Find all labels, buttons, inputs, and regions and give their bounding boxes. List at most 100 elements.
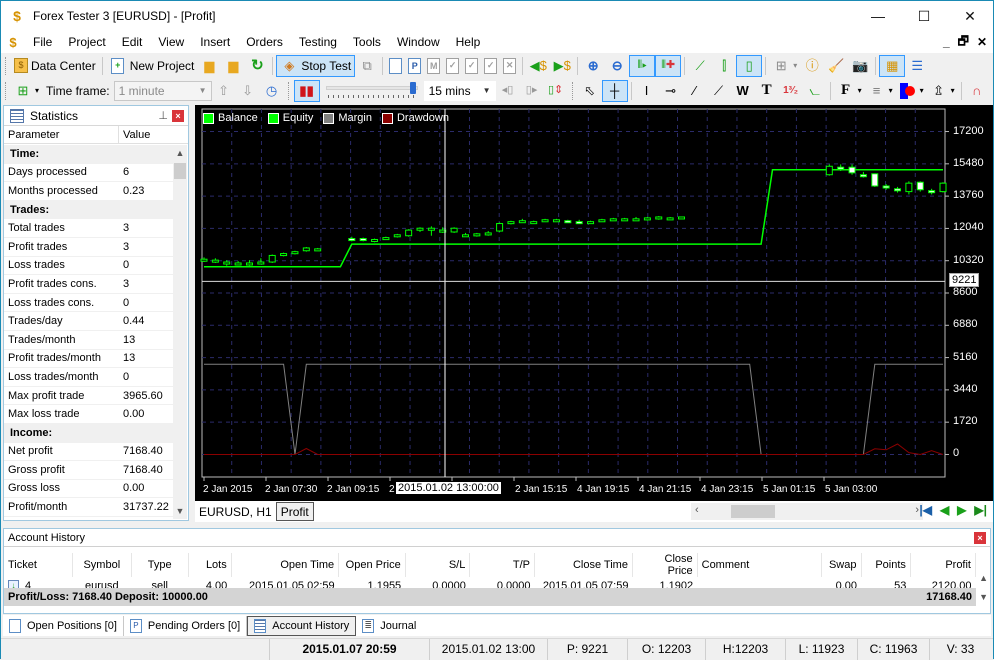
statistics-row[interactable]: Loss trades cons. 0	[4, 294, 174, 313]
menu-window[interactable]: Window	[389, 31, 448, 53]
column-header-close-time[interactable]: Close Time	[534, 553, 633, 577]
scroll-up-icon[interactable]: ▲	[979, 573, 988, 583]
toolbar-grip[interactable]	[5, 56, 8, 75]
timeframe-select[interactable]: 1 minute ▼	[113, 80, 212, 101]
tab-profit[interactable]: Profit	[275, 502, 314, 521]
speed-slider-thumb[interactable]	[409, 81, 416, 94]
statistics-row[interactable]: Total trades 3	[4, 219, 174, 238]
stop-test-button[interactable]: ◈ Stop Test	[276, 54, 356, 77]
trend-line-button[interactable]: ⁄	[683, 80, 707, 102]
scroll-up-icon[interactable]: ▲	[173, 145, 187, 161]
last-bar-button[interactable]: ▶|	[974, 503, 987, 517]
speed-select[interactable]: 15 mins ▼	[423, 80, 496, 101]
next-bar-button[interactable]: ▶	[957, 503, 966, 517]
chart-horizontal-scrollbar[interactable]: ‹ ›	[691, 503, 923, 520]
candle-chart-button[interactable]: ▯	[736, 54, 763, 77]
new-chart-button[interactable]	[386, 55, 405, 77]
tab-journal[interactable]: ≣ Journal	[356, 616, 422, 636]
legend-item-equity[interactable]: Equity	[267, 112, 313, 124]
wave-count-button[interactable]: 1³⁄₂	[779, 80, 803, 102]
save-project-button[interactable]: ▆	[221, 55, 245, 77]
scale-button[interactable]: ▯ ⇕	[544, 80, 568, 102]
color-button[interactable]: ▾	[896, 80, 927, 102]
clear-button[interactable]: 🧹	[824, 55, 848, 77]
refresh-button[interactable]: ↻	[245, 55, 269, 77]
check-doc-button-1[interactable]: ✓	[443, 55, 462, 77]
zoom-out-button[interactable]: ⊖	[605, 55, 629, 77]
indicators-button[interactable]: ⊞ ▾	[769, 55, 800, 77]
statistics-scrollbar[interactable]: ▲ ▼	[173, 145, 187, 519]
statistics-row[interactable]: Profit trades cons. 3	[4, 275, 174, 294]
column-header-profit[interactable]: Profit	[910, 553, 977, 577]
add-chart-button[interactable]: ⊞ ▾	[11, 80, 42, 102]
statistics-row[interactable]: Loss trades/month 0	[4, 368, 174, 387]
crosshair-tool-button[interactable]: ┼	[601, 79, 628, 102]
column-header-swap[interactable]: Swap	[821, 553, 862, 577]
menu-view[interactable]: View	[150, 31, 192, 53]
list-button[interactable]: ☰	[905, 55, 929, 77]
previous-bar-button[interactable]: ◀	[940, 503, 949, 517]
vertical-line-button[interactable]: Ι	[635, 80, 659, 102]
legend-item-drawdown[interactable]: Drawdown	[381, 112, 449, 124]
export-button[interactable]: ⇫ ▾	[927, 80, 958, 102]
statistics-row[interactable]: Days processed 6	[4, 164, 174, 183]
money-right-button[interactable]: ▶ $	[550, 55, 574, 77]
menu-edit[interactable]: Edit	[114, 31, 151, 53]
timeframe-down-button[interactable]: ⇩	[236, 80, 260, 102]
move-left-button[interactable]: ◂▯	[496, 80, 520, 102]
mdi-minimize-button[interactable]: _	[943, 35, 950, 49]
horizontal-line-button[interactable]: ⊸	[659, 80, 683, 102]
statistics-section-header[interactable]: Trades:	[4, 200, 174, 220]
timeframe-up-button[interactable]: ⇧	[212, 80, 236, 102]
line-style-button[interactable]: ≡ ▾	[865, 80, 896, 102]
menu-help[interactable]: Help	[448, 31, 489, 53]
column-header-ticket[interactable]: Ticket	[4, 553, 73, 577]
legend-item-balance[interactable]: Balance	[203, 112, 258, 124]
ray-line-button[interactable]: ⟋	[707, 80, 731, 102]
column-parameter[interactable]: Parameter	[4, 125, 119, 144]
legend-item-margin[interactable]: Margin	[323, 112, 372, 124]
templates-button[interactable]: ▦	[879, 54, 906, 77]
pending-doc-button[interactable]: P	[405, 55, 424, 77]
column-header-lots[interactable]: Lots	[188, 553, 232, 577]
bar-chart-button[interactable]: ⫿	[712, 55, 736, 77]
statistics-row[interactable]: Loss trades 0	[4, 257, 174, 276]
profit-chart[interactable]: Balance Equity Margin Drawdown 17200 15480 13…	[195, 105, 993, 501]
column-header-t-p[interactable]: T/P	[469, 553, 535, 577]
column-value[interactable]: Value	[119, 129, 150, 141]
statistics-row[interactable]: Profit/month 31737.22	[4, 498, 174, 517]
chart-shift-button[interactable]: ⫴▸	[629, 54, 656, 77]
column-header-comment[interactable]: Comment	[697, 553, 822, 577]
close-doc-button[interactable]: ✕	[500, 55, 519, 77]
clock-settings-button[interactable]: ◷	[260, 80, 284, 102]
column-header-symbol[interactable]: Symbol	[72, 553, 132, 577]
tab-account-history[interactable]: Account History	[247, 615, 357, 636]
scrollbar-thumb[interactable]	[174, 163, 186, 179]
money-left-button[interactable]: ◀ $	[526, 55, 550, 77]
move-right-button[interactable]: ▯▸	[520, 80, 544, 102]
menu-insert[interactable]: Insert	[192, 31, 238, 53]
first-bar-button[interactable]: |◀	[919, 503, 932, 517]
statistics-row[interactable]: Net profit 7168.40	[4, 443, 174, 462]
mdi-restore-button[interactable]: 🗗	[958, 32, 969, 53]
tab-eurusd-h1[interactable]: EURUSD, H1	[195, 502, 276, 521]
open-project-button[interactable]: ▆	[197, 55, 221, 77]
column-header-open-price[interactable]: Open Price	[338, 553, 406, 577]
chart-canvas[interactable]	[195, 105, 993, 501]
close-panel-button[interactable]: ×	[172, 109, 184, 122]
wave-tool-button[interactable]: W	[731, 80, 755, 102]
statistics-row[interactable]: Profit trades 3	[4, 238, 174, 257]
scroll-down-icon[interactable]: ▼	[173, 503, 187, 519]
pin-icon[interactable]: ⊥	[158, 109, 168, 122]
statistics-section-header[interactable]: Income:	[4, 423, 174, 443]
scrollbar-thumb[interactable]	[731, 505, 775, 518]
check-doc-button-2[interactable]: ✓	[462, 55, 481, 77]
tab-pending-orders[interactable]: P Pending Orders [0]	[124, 615, 248, 636]
menu-project[interactable]: Project	[60, 31, 113, 53]
scroll-left-icon[interactable]: ‹	[695, 504, 699, 516]
magnet-button[interactable]: ∩	[965, 80, 989, 102]
mdi-document-icon[interactable]: $	[5, 35, 21, 50]
info-button[interactable]: ⓘ	[800, 55, 824, 77]
menu-orders[interactable]: Orders	[238, 31, 291, 53]
cursor-tool-button[interactable]: ⬁	[578, 80, 602, 102]
